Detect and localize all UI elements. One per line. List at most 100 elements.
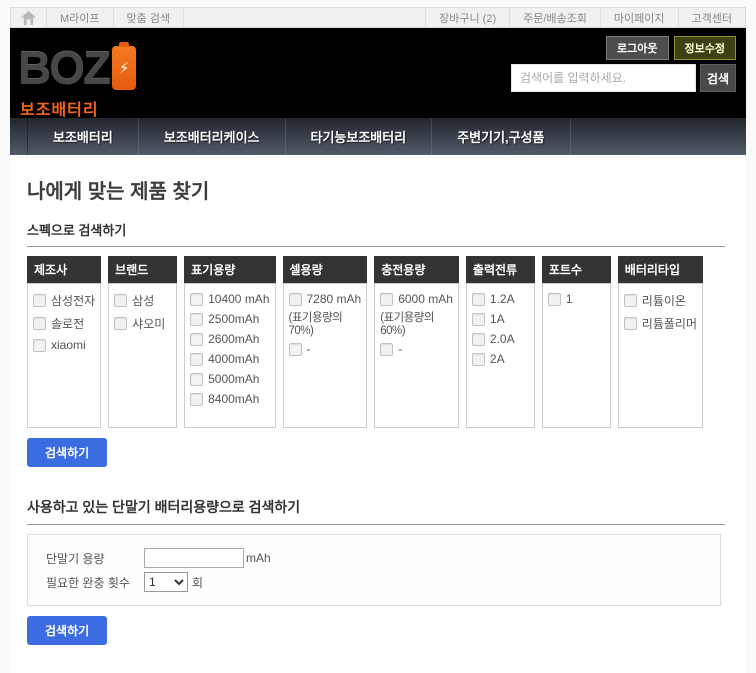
checkbox-option[interactable]: 2600mAh: [190, 332, 269, 346]
checkbox[interactable]: [33, 294, 46, 307]
topbar-item-custom-search[interactable]: 맞춤 검색: [114, 8, 185, 27]
filter-column-cell-capacity: 셀용량 7280 mAh (표기용량의 70%) -: [283, 256, 368, 428]
option-subnote: (표기용량의 70%): [289, 309, 362, 337]
checkbox-option[interactable]: 8400mAh: [190, 392, 269, 406]
checkbox[interactable]: [380, 293, 393, 306]
charge-count-row: 필요한 완충 횟수 1 회: [46, 572, 702, 592]
option-label: 리튬이온: [642, 292, 686, 309]
filter-header: 셀용량: [283, 256, 368, 283]
main-content: 나에게 맞는 제품 찾기 스펙으로 검색하기 제조사 삼성전자 솔로전 xiao…: [10, 155, 746, 673]
order-tracking-link[interactable]: 주문/배송조회: [509, 8, 600, 27]
checkbox-option[interactable]: 삼성: [114, 292, 171, 309]
checkbox-option[interactable]: 5000mAh: [190, 372, 269, 386]
nav-item-battery[interactable]: 보조배터리: [27, 118, 139, 155]
checkbox[interactable]: [33, 339, 46, 352]
filter-header: 출력전류: [466, 256, 535, 283]
checkbox[interactable]: [190, 393, 203, 406]
home-link[interactable]: [11, 8, 47, 27]
filter-options: 삼성 샤오미: [108, 283, 177, 428]
checkbox[interactable]: [190, 313, 203, 326]
checkbox-option[interactable]: 2.0A: [472, 332, 529, 346]
checkbox-option[interactable]: 7280 mAh: [289, 292, 362, 306]
search-button[interactable]: 검색: [700, 64, 736, 92]
checkbox[interactable]: [190, 353, 203, 366]
capacity-unit-label: mAh: [246, 551, 271, 565]
checkbox[interactable]: [190, 293, 203, 306]
site-logo[interactable]: BOZ ⚡: [18, 46, 136, 90]
lightning-bolt-icon: ⚡: [119, 61, 130, 76]
checkbox[interactable]: [380, 343, 393, 356]
checkbox-option[interactable]: -: [289, 342, 362, 356]
option-label: 2A: [490, 352, 505, 366]
checkbox[interactable]: [624, 317, 637, 330]
checkbox-option[interactable]: 솔로전: [33, 315, 95, 332]
checkbox[interactable]: [114, 294, 127, 307]
checkbox[interactable]: [33, 317, 46, 330]
device-capacity-form: 단말기 용량 mAh 필요한 완충 횟수 1 회: [27, 534, 721, 606]
checkbox-option[interactable]: 리튬이온: [624, 292, 697, 309]
checkbox[interactable]: [190, 333, 203, 346]
option-label: 삼성: [132, 292, 154, 309]
filter-header: 제조사: [27, 256, 101, 283]
device-capacity-input[interactable]: [144, 548, 244, 568]
checkbox[interactable]: [548, 293, 561, 306]
house-icon: [21, 11, 36, 25]
checkbox[interactable]: [289, 293, 302, 306]
filter-column-rated-capacity: 표기용량 10400 mAh 2500mAh 2600mAh 4000mAh 5…: [184, 256, 275, 428]
checkbox[interactable]: [289, 343, 302, 356]
checkbox-option[interactable]: 2A: [472, 352, 529, 366]
checkbox[interactable]: [624, 294, 637, 307]
cart-link[interactable]: 장바구니 (2): [425, 8, 509, 27]
filter-header: 충전용량: [374, 256, 459, 283]
checkbox-option[interactable]: xiaomi: [33, 338, 95, 352]
checkbox-option[interactable]: 리튬폴리머: [624, 315, 697, 332]
spec-filter-grid: 제조사 삼성전자 솔로전 xiaomi 브랜드 삼성 샤오미 표기용량 1040…: [27, 256, 703, 428]
option-label: 6000 mAh: [398, 292, 453, 306]
spec-search-button[interactable]: 검색하기: [27, 438, 107, 467]
charge-count-select[interactable]: 1: [144, 572, 188, 592]
checkbox-option[interactable]: 1A: [472, 312, 529, 326]
device-capacity-row: 단말기 용량 mAh: [46, 548, 702, 568]
device-capacity-label: 단말기 용량: [46, 550, 144, 567]
header-search: 검색: [511, 64, 736, 92]
logo-text: BOZ: [18, 46, 109, 90]
option-label: 7280 mAh: [307, 292, 362, 306]
checkbox-option[interactable]: -: [380, 342, 453, 356]
logout-button[interactable]: 로그아웃: [606, 36, 668, 60]
site-header: BOZ ⚡ 보조배터리 로그아웃 정보수정 검색: [10, 28, 746, 118]
topbar-right-group: 장바구니 (2) 주문/배송조회 마이페이지 고객센터: [425, 8, 745, 27]
nav-item-multifunction-battery[interactable]: 타기능보조배터리: [286, 118, 433, 155]
topbar-item-mlife[interactable]: M라이프: [47, 8, 114, 27]
checkbox-option[interactable]: 6000 mAh: [380, 292, 453, 306]
option-label: 샤오미: [132, 315, 165, 332]
checkbox-option[interactable]: 샤오미: [114, 315, 171, 332]
checkbox[interactable]: [472, 313, 485, 326]
filter-column-port-count: 포트수 1: [542, 256, 611, 428]
nav-item-accessories[interactable]: 주변기기,구성품: [432, 118, 570, 155]
option-label: 삼성전자: [51, 292, 95, 309]
checkbox-option[interactable]: 1: [548, 292, 605, 306]
filter-options: 리튬이온 리튬폴리머: [618, 283, 703, 428]
checkbox-option[interactable]: 삼성전자: [33, 292, 95, 309]
mypage-link[interactable]: 마이페이지: [600, 8, 678, 27]
filter-column-brand: 브랜드 삼성 샤오미: [108, 256, 177, 428]
checkbox-option[interactable]: 2500mAh: [190, 312, 269, 326]
checkbox-option[interactable]: 1.2A: [472, 292, 529, 306]
checkbox[interactable]: [114, 317, 127, 330]
checkbox[interactable]: [190, 373, 203, 386]
checkbox-option[interactable]: 4000mAh: [190, 352, 269, 366]
filter-header: 표기용량: [184, 256, 275, 283]
checkbox-option[interactable]: 10400 mAh: [190, 292, 269, 306]
filter-options: 1: [542, 283, 611, 428]
edit-info-button[interactable]: 정보수정: [674, 36, 736, 60]
customer-center-link[interactable]: 고객센터: [678, 8, 745, 27]
count-unit-label: 회: [192, 574, 203, 591]
search-input[interactable]: [511, 64, 696, 92]
checkbox[interactable]: [472, 333, 485, 346]
checkbox[interactable]: [472, 353, 485, 366]
nav-item-battery-case[interactable]: 보조배터리케이스: [139, 118, 286, 155]
filter-options: 1.2A 1A 2.0A 2A: [466, 283, 535, 428]
device-search-button[interactable]: 검색하기: [27, 616, 107, 645]
checkbox[interactable]: [472, 293, 485, 306]
option-label: 10400 mAh: [208, 292, 269, 306]
